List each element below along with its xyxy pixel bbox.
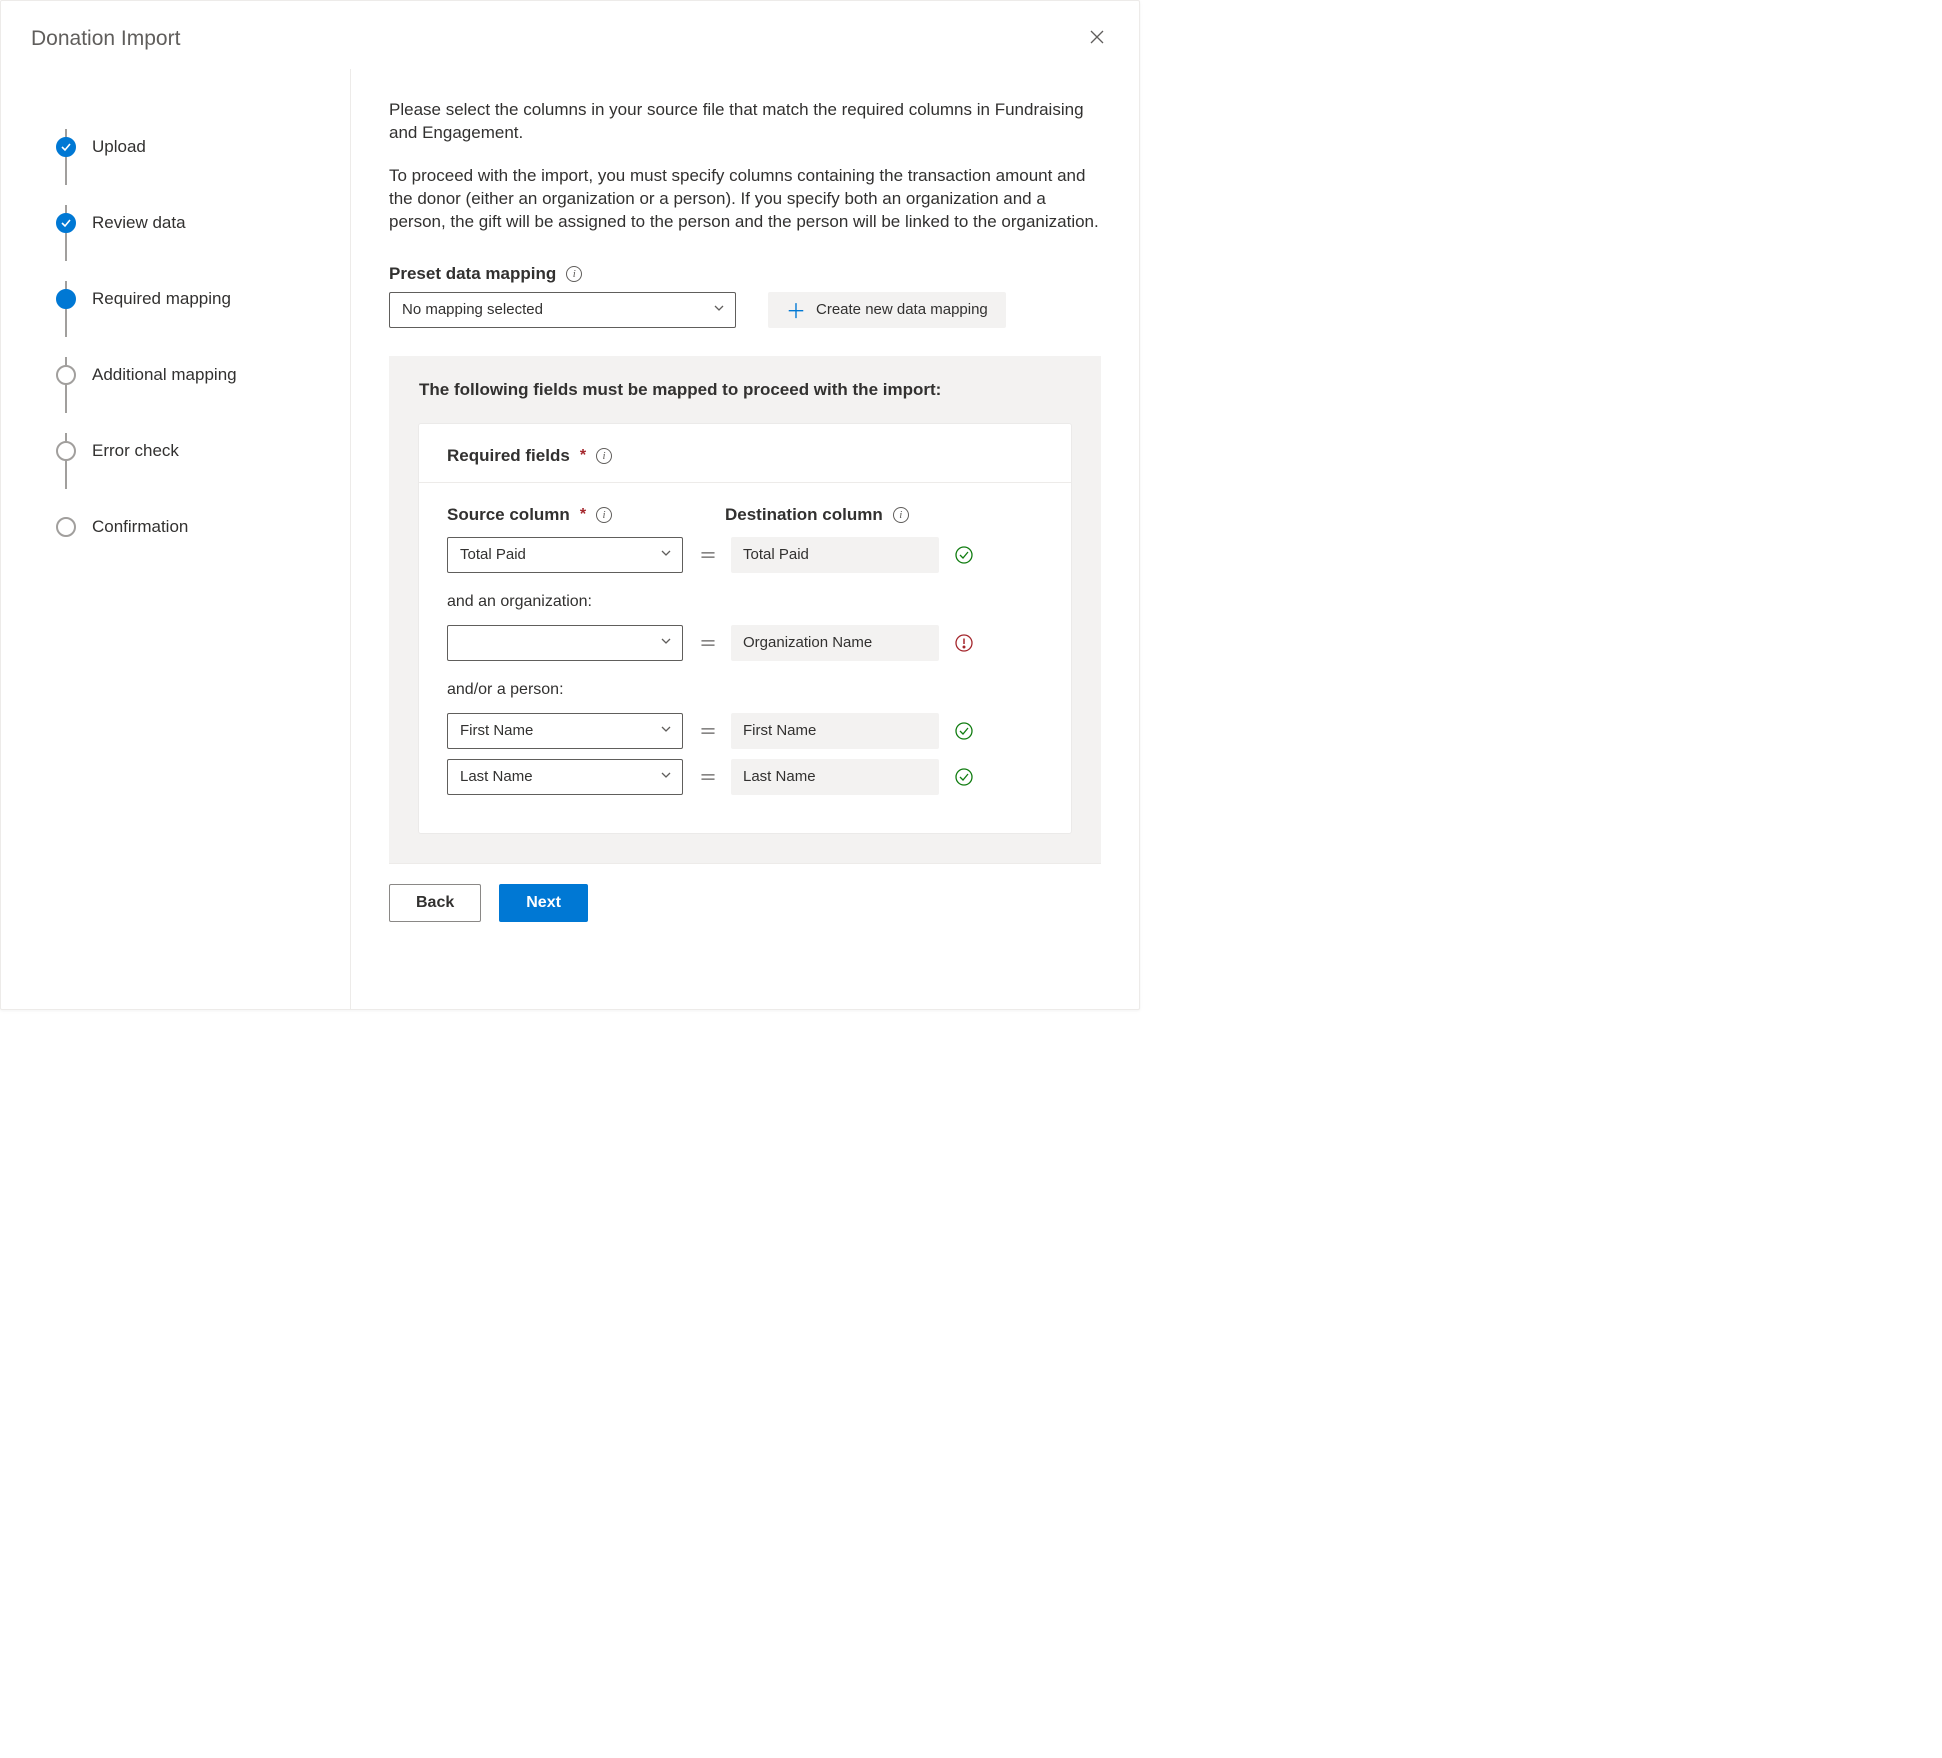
wizard-footer: Back Next	[389, 863, 1101, 942]
required-mapping-panel: The following fields must be mapped to p…	[389, 356, 1101, 863]
source-column-dropdown[interactable]: First Name	[447, 713, 683, 749]
plus-icon: ＋	[786, 295, 806, 324]
source-column-dropdown[interactable]	[447, 625, 683, 661]
close-button[interactable]	[1085, 27, 1109, 51]
preset-mapping-label: Preset data mapping	[389, 264, 556, 284]
preset-mapping-dropdown[interactable]: No mapping selected	[389, 292, 736, 328]
destination-column: Organization Name	[731, 625, 939, 661]
step-label: Confirmation	[92, 517, 188, 537]
panel-title: The following fields must be mapped to p…	[419, 380, 1071, 400]
chevron-down-icon	[660, 634, 672, 651]
step-label: Error check	[92, 441, 179, 461]
chevron-down-icon	[660, 768, 672, 785]
intro-paragraph: To proceed with the import, you must spe…	[389, 165, 1101, 234]
dropdown-value: First Name	[460, 722, 533, 739]
step-error-check[interactable]: Error check	[56, 413, 350, 489]
destination-column-header: Destination column	[725, 505, 883, 525]
equals-icon: ＝	[699, 630, 715, 656]
source-column-dropdown[interactable]: Total Paid	[447, 537, 683, 573]
source-column-dropdown[interactable]: Last Name	[447, 759, 683, 795]
dropdown-value: Total Paid	[460, 546, 526, 563]
main-panel: Please select the columns in your source…	[351, 69, 1139, 1009]
create-new-mapping-button[interactable]: ＋ Create new data mapping	[768, 292, 1006, 328]
step-label: Additional mapping	[92, 365, 237, 385]
pending-step-icon	[56, 517, 76, 537]
mapping-row-organization: ＝ Organization Name	[447, 625, 1043, 661]
subheading: and/or a person:	[447, 681, 1043, 699]
check-icon	[56, 213, 76, 233]
step-label: Required mapping	[92, 289, 231, 309]
step-upload[interactable]: Upload	[56, 109, 350, 185]
dialog: Donation Import Upload Review data	[0, 0, 1140, 1010]
pending-step-icon	[56, 365, 76, 385]
equals-icon: ＝	[699, 718, 715, 744]
step-review-data[interactable]: Review data	[56, 185, 350, 261]
status-ok-icon	[955, 768, 973, 786]
current-step-icon	[56, 289, 76, 309]
source-column-header: Source column	[447, 505, 570, 525]
back-button[interactable]: Back	[389, 884, 481, 922]
intro-text: Please select the columns in your source…	[389, 99, 1101, 234]
status-error-icon	[955, 634, 973, 652]
info-icon[interactable]: i	[893, 507, 909, 523]
dropdown-value: Last Name	[460, 768, 533, 785]
destination-column: Last Name	[731, 759, 939, 795]
step-label: Upload	[92, 137, 146, 157]
info-icon[interactable]: i	[596, 507, 612, 523]
pending-step-icon	[56, 441, 76, 461]
step-additional-mapping[interactable]: Additional mapping	[56, 337, 350, 413]
step-label: Review data	[92, 213, 186, 233]
next-button[interactable]: Next	[499, 884, 588, 922]
status-ok-icon	[955, 722, 973, 740]
dialog-header: Donation Import	[1, 1, 1139, 69]
info-icon[interactable]: i	[596, 448, 612, 464]
chevron-down-icon	[713, 301, 725, 318]
mapping-row-total-paid: Total Paid ＝ Total Paid	[447, 537, 1043, 573]
button-label: Create new data mapping	[816, 301, 988, 318]
wizard-stepper: Upload Review data Required mapping Addi…	[1, 69, 351, 1009]
destination-column: Total Paid	[731, 537, 939, 573]
destination-column: First Name	[731, 713, 939, 749]
mapping-row-first-name: First Name ＝ First Name	[447, 713, 1043, 749]
required-fields-card: Required fields * i Source column * i	[419, 424, 1071, 833]
equals-icon: ＝	[699, 764, 715, 790]
intro-paragraph: Please select the columns in your source…	[389, 99, 1101, 145]
dropdown-value: No mapping selected	[402, 301, 543, 318]
card-title: Required fields	[447, 446, 570, 466]
step-required-mapping[interactable]: Required mapping	[56, 261, 350, 337]
equals-icon: ＝	[699, 542, 715, 568]
chevron-down-icon	[660, 722, 672, 739]
mapping-row-last-name: Last Name ＝ Last Name	[447, 759, 1043, 795]
dialog-title: Donation Import	[31, 27, 180, 51]
chevron-down-icon	[660, 546, 672, 563]
info-icon[interactable]: i	[566, 266, 582, 282]
check-icon	[56, 137, 76, 157]
step-confirmation[interactable]: Confirmation	[56, 489, 350, 565]
subheading: and an organization:	[447, 593, 1043, 611]
close-icon	[1090, 30, 1104, 44]
status-ok-icon	[955, 546, 973, 564]
